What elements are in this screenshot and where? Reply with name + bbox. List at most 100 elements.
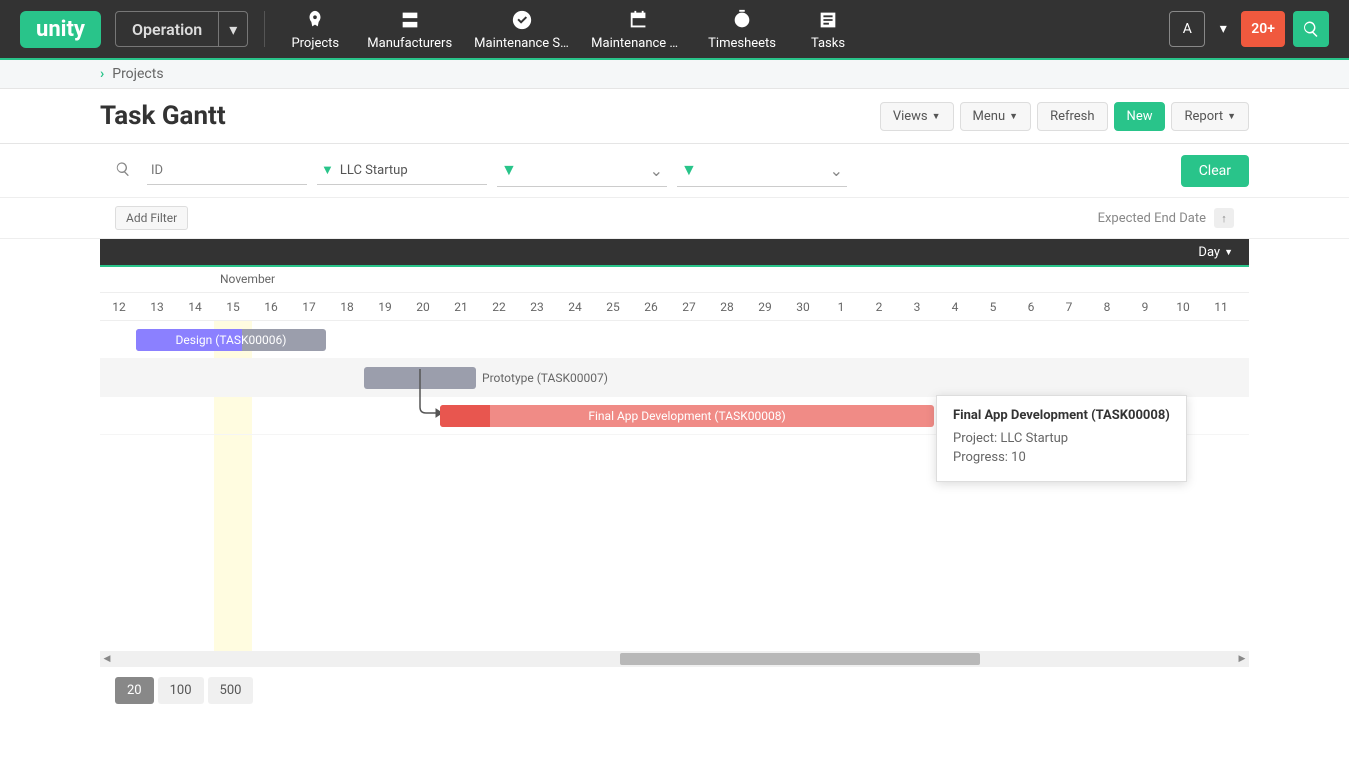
breadcrumb-parent[interactable]: Projects (112, 66, 163, 82)
nav-tasks[interactable]: Tasks (798, 8, 858, 51)
timescale-selector[interactable]: Day▼ (100, 239, 1249, 267)
scroll-thumb[interactable] (620, 653, 980, 665)
day-cell: 1 (822, 293, 860, 320)
nav-label: Tasks (811, 36, 845, 51)
day-cell: 7 (1050, 293, 1088, 320)
nav-maint-sched[interactable]: Maintenance Sc... (474, 8, 569, 51)
clear-button[interactable]: Clear (1181, 155, 1249, 187)
chevron-down-icon: ⌄ (830, 161, 843, 180)
day-cell: 27 (670, 293, 708, 320)
report-dropdown[interactable]: Report▼ (1171, 102, 1249, 131)
tooltip-title: Final App Development (TASK00008) (953, 408, 1170, 423)
views-dropdown[interactable]: Views▼ (880, 102, 954, 131)
task-bar-final-app[interactable]: Final App Development (TASK00008) (440, 405, 934, 427)
day-cell: 4 (936, 293, 974, 320)
day-cell: 12 (100, 293, 138, 320)
day-cell: 13 (138, 293, 176, 320)
project-filter-value: LLC Startup (340, 163, 408, 178)
day-cell: 24 (556, 293, 594, 320)
calendar-icon (627, 8, 651, 32)
tooltip-progress: Progress: 10 (953, 450, 1170, 465)
tooltip-project: Project: LLC Startup (953, 431, 1170, 446)
nav-maint-visits[interactable]: Maintenance Vis... (591, 8, 686, 51)
nav-label: Maintenance Vis... (591, 36, 686, 51)
user-initial-button[interactable]: A (1169, 11, 1205, 47)
day-cell: 25 (594, 293, 632, 320)
day-cell: 6 (1012, 293, 1050, 320)
day-cell: 16 (252, 293, 290, 320)
breadcrumb: › Projects (0, 60, 1349, 89)
operation-dropdown[interactable]: Operation ▾ (115, 11, 248, 47)
task-tooltip: Final App Development (TASK00008) Projec… (936, 395, 1187, 482)
project-filter[interactable]: ▼ LLC Startup (317, 156, 487, 185)
id-filter-input[interactable] (147, 157, 307, 185)
sort-arrow-icon: ↑ (1214, 208, 1234, 228)
funnel-icon: ▼ (681, 160, 697, 180)
check-clock-icon (510, 8, 534, 32)
day-cell: 3 (898, 293, 936, 320)
page-size-100[interactable]: 100 (158, 677, 204, 704)
nav-timesheets[interactable]: Timesheets (708, 8, 776, 51)
day-cell: 19 (366, 293, 404, 320)
scroll-right-arrow[interactable]: ▶ (1235, 654, 1249, 664)
rocket-icon (303, 8, 327, 32)
day-cell: 14 (176, 293, 214, 320)
divider (264, 11, 265, 47)
brand-logo[interactable]: unity (20, 11, 101, 48)
refresh-button[interactable]: Refresh (1037, 102, 1107, 131)
page-size-selector: 20 100 500 (0, 667, 1349, 714)
day-cell: 17 (290, 293, 328, 320)
day-cell: 5 (974, 293, 1012, 320)
day-cell: 15 (214, 293, 252, 320)
scroll-left-arrow[interactable]: ◀ (100, 654, 114, 664)
gantt-body[interactable]: Design (TASK00006) Prototype (TASK00007)… (100, 321, 1249, 651)
day-cell: 21 (442, 293, 480, 320)
nav-projects[interactable]: Projects (285, 8, 345, 51)
day-cell: 28 (708, 293, 746, 320)
day-cell: 20 (404, 293, 442, 320)
nav-manufacturers[interactable]: Manufacturers (367, 8, 452, 51)
notifications-button[interactable]: 20+ (1241, 11, 1285, 47)
nav-label: Projects (291, 36, 339, 51)
search-icon (1302, 20, 1320, 38)
menu-dropdown[interactable]: Menu▼ (960, 102, 1032, 131)
new-button[interactable]: New (1114, 102, 1166, 131)
filter-dropdown-2[interactable]: ▼ ⌄ (677, 154, 847, 187)
nav-label: Maintenance Sc... (474, 36, 569, 51)
search-icon (115, 161, 131, 181)
page-size-500[interactable]: 500 (208, 677, 254, 704)
checklist-icon (816, 8, 840, 32)
page-title: Task Gantt (100, 101, 226, 131)
day-cell: 2 (860, 293, 898, 320)
user-dropdown-caret[interactable]: ▾ (1213, 11, 1233, 47)
filter-dropdown-1[interactable]: ▼ ⌄ (497, 154, 667, 187)
funnel-icon: ▼ (501, 160, 517, 180)
day-cell: 30 (784, 293, 822, 320)
day-cell: 22 (480, 293, 518, 320)
add-filter-button[interactable]: Add Filter (115, 206, 188, 230)
day-cell: 18 (328, 293, 366, 320)
timer-icon (730, 8, 754, 32)
month-header: November (100, 267, 1249, 293)
global-search-button[interactable] (1293, 11, 1329, 47)
day-cell: 29 (746, 293, 784, 320)
task-label: Prototype (TASK00007) (482, 371, 608, 385)
operation-label[interactable]: Operation (116, 12, 218, 46)
day-cell: 8 (1088, 293, 1126, 320)
chevron-down-icon: ⌄ (650, 161, 663, 180)
day-cell: 11 (1202, 293, 1240, 320)
sort-indicator[interactable]: Expected End Date ↑ (1098, 208, 1234, 228)
day-cell: 23 (518, 293, 556, 320)
nav-label: Manufacturers (367, 36, 452, 51)
chevron-right-icon: › (100, 66, 104, 82)
day-cell: 10 (1164, 293, 1202, 320)
horizontal-scrollbar[interactable]: ◀ ▶ (100, 651, 1249, 667)
page-size-20[interactable]: 20 (115, 677, 154, 704)
day-header: 1213141516171819202122232425262728293012… (100, 293, 1249, 321)
day-cell: 9 (1126, 293, 1164, 320)
operation-caret[interactable]: ▾ (218, 12, 247, 46)
server-icon (398, 8, 422, 32)
day-cell: 26 (632, 293, 670, 320)
funnel-icon: ▼ (321, 162, 334, 178)
task-bar-design[interactable]: Design (TASK00006) (136, 329, 326, 351)
